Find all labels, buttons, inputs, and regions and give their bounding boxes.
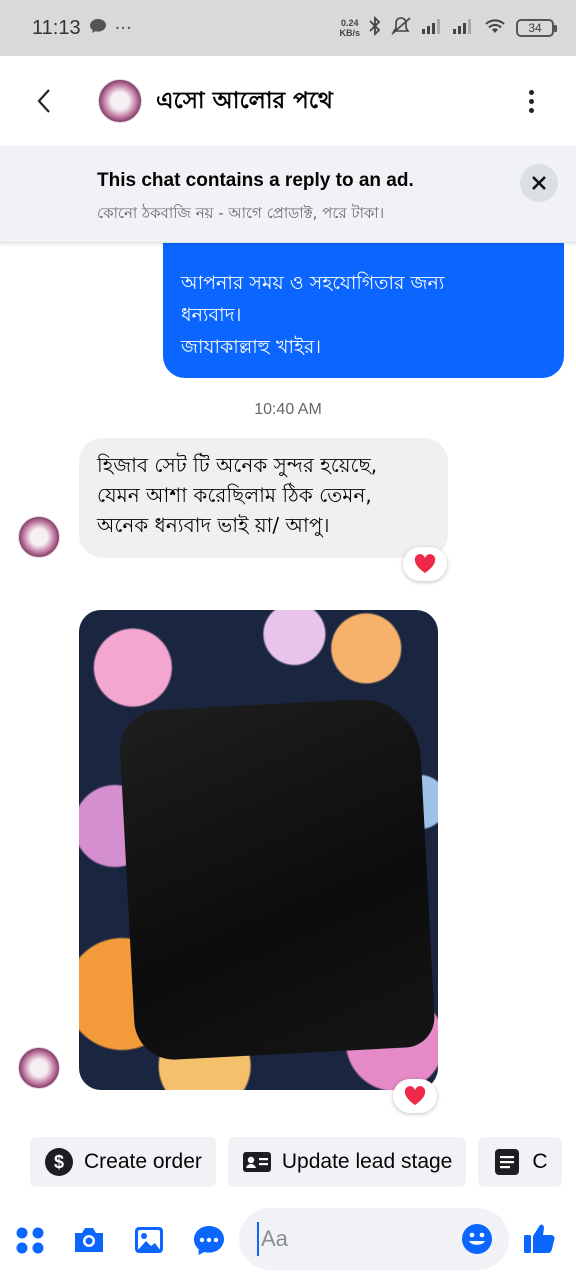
battery-icon: 34 xyxy=(516,19,557,37)
signal-icon-1 xyxy=(421,18,443,38)
signal-icon-2 xyxy=(452,18,474,38)
network-speed: 0.24 KB/s xyxy=(339,18,360,38)
sender-avatar[interactable] xyxy=(18,1047,60,1089)
notes-icon xyxy=(492,1147,522,1177)
emoji-button[interactable] xyxy=(459,1221,495,1257)
heart-reaction[interactable] xyxy=(393,1079,437,1113)
message-input-container xyxy=(239,1208,509,1270)
close-banner-button[interactable] xyxy=(520,164,558,202)
chat-bubble-notification-icon xyxy=(89,18,107,38)
message-line: জাযাকাল্লাহু খাইর। xyxy=(181,336,322,358)
bluetooth-icon xyxy=(369,15,381,40)
more-notifications-icon: ··· xyxy=(114,17,132,39)
more-options-button[interactable] xyxy=(516,81,546,121)
create-order-button[interactable]: $ Create order xyxy=(30,1137,216,1187)
sender-avatar[interactable] xyxy=(18,516,60,558)
like-button[interactable] xyxy=(521,1220,557,1256)
quick-actions-bar: $ Create order Update lead stage C xyxy=(0,1137,576,1189)
message-input[interactable] xyxy=(257,1222,447,1256)
four-dots-icon xyxy=(16,1227,44,1254)
message-line: ধন্যবাদ। xyxy=(181,304,242,326)
status-bar: 11:13 ··· 0.24 KB/s 34 xyxy=(0,0,576,56)
chat-header: এসো আলোর পথে xyxy=(0,56,576,146)
more-dot-icon xyxy=(528,98,534,104)
outgoing-message-bubble[interactable]: আপনার সময় ও সহযোগিতার জন্য ধন্যবাদ। জায… xyxy=(163,225,564,378)
ad-reply-banner: This chat contains a reply to an ad. কোন… xyxy=(0,146,576,243)
apps-menu-button[interactable] xyxy=(12,1222,48,1258)
svg-text:$: $ xyxy=(54,1152,64,1172)
update-lead-stage-label: Update lead stage xyxy=(281,1150,453,1173)
gallery-button[interactable] xyxy=(131,1222,167,1258)
message-line: আপনার সময় ও সহযোগিতার জন্য xyxy=(181,272,445,294)
incoming-message-bubble[interactable]: হিজাব সেট টি অনেক সুন্দর হয়েছে, যেমন আশ… xyxy=(79,438,448,558)
message-composer xyxy=(0,1200,576,1280)
ad-banner-title: This chat contains a reply to an ad. xyxy=(97,170,414,191)
chevron-left-icon xyxy=(37,89,50,113)
close-icon xyxy=(532,176,546,190)
notes-button[interactable]: C xyxy=(478,1137,562,1187)
contact-card-icon xyxy=(242,1147,272,1177)
status-time: 11:13 xyxy=(32,16,81,39)
more-dot-icon xyxy=(528,89,534,95)
chat-bubble-icon xyxy=(194,1226,224,1255)
page-title[interactable]: এসো আলোর পথে xyxy=(156,82,333,121)
mute-icon xyxy=(390,16,412,40)
wifi-icon xyxy=(483,17,507,39)
heart-reaction[interactable] xyxy=(403,547,447,581)
dollar-icon: $ xyxy=(44,1147,74,1177)
update-lead-stage-button[interactable]: Update lead stage xyxy=(227,1137,467,1187)
ad-banner-subtitle: কোনো ঠকবাজি নয় - আগে প্রোডাক্ট, পরে টাক… xyxy=(97,204,385,222)
create-order-label: Create order xyxy=(84,1150,202,1173)
camera-icon xyxy=(75,1228,103,1252)
smiley-icon xyxy=(462,1224,492,1254)
message-timestamp: 10:40 AM xyxy=(254,401,322,418)
chat-extensions-button[interactable] xyxy=(191,1222,227,1258)
hijab-photo-content xyxy=(118,696,436,1062)
heart-icon xyxy=(404,1086,426,1105)
image-icon xyxy=(135,1227,163,1253)
heart-icon xyxy=(414,554,436,573)
message-line: অনেক ধন্যবাদ ভাই য়া/ আপু। xyxy=(97,513,330,537)
notes-label: C xyxy=(532,1150,548,1173)
message-line: হিজাব সেট টি অনেক সুন্দর হয়েছে, xyxy=(97,453,378,477)
photo-message[interactable] xyxy=(79,610,438,1090)
avatar[interactable] xyxy=(98,79,142,123)
back-button[interactable] xyxy=(14,71,74,131)
message-line: যেমন আশা করেছিলাম ঠিক তেমন, xyxy=(97,483,372,507)
thumbs-up-icon xyxy=(524,1224,555,1253)
more-dot-icon xyxy=(528,107,534,113)
camera-button[interactable] xyxy=(71,1222,107,1258)
